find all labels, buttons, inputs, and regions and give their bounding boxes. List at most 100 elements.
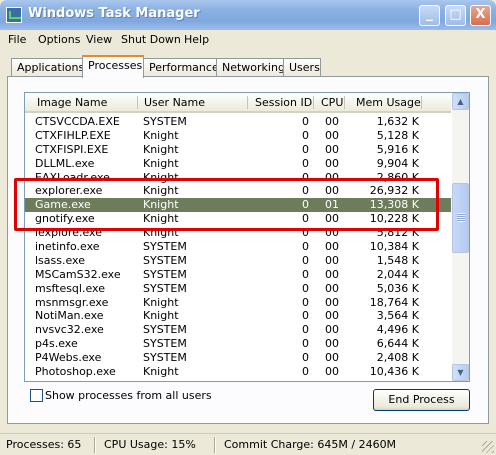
- row-session-id: 0: [302, 337, 309, 351]
- row-user-name: Knight: [143, 212, 179, 226]
- column-user-name[interactable]: User Name: [144, 96, 205, 109]
- row-image-name: msnmsgr.exe: [35, 295, 109, 309]
- process-row[interactable]: msftesql.exe SYSTEM 0 00 5,036 K: [25, 282, 451, 296]
- show-all-processes-checkbox[interactable]: [30, 389, 43, 402]
- row-mem-usage: 26,932 K: [369, 184, 419, 198]
- scroll-up-icon[interactable]: ▲: [452, 93, 469, 110]
- process-row[interactable]: p4s.exe SYSTEM 0 00 6,644 K: [25, 337, 451, 351]
- column-image-name[interactable]: Image Name: [37, 96, 107, 109]
- menu-bar: File Options View Shut Down Help: [0, 30, 496, 50]
- row-user-name: Knight: [143, 170, 179, 184]
- resize-grip-icon[interactable]: [482, 441, 494, 453]
- row-mem-usage: 1,548 K: [376, 253, 419, 267]
- row-user-name: SYSTEM: [143, 267, 187, 281]
- column-mem-usage[interactable]: Mem Usage: [356, 96, 421, 109]
- tab-performance[interactable]: Performance: [143, 58, 219, 77]
- tab-networking[interactable]: Networking: [216, 58, 285, 77]
- process-list[interactable]: Image Name User Name Session ID CPU Mem …: [24, 92, 470, 382]
- column-cpu[interactable]: CPU: [321, 96, 343, 109]
- row-user-name: Knight: [143, 295, 179, 309]
- row-session-id: 0: [302, 142, 309, 156]
- row-cpu: 00: [325, 128, 339, 142]
- status-commit-charge: Commit Charge: 645M / 2460M: [224, 438, 397, 451]
- process-row[interactable]: nvsvc32.exe SYSTEM 0 00 4,496 K: [25, 323, 451, 337]
- row-cpu: 01: [325, 198, 339, 212]
- row-mem-usage: 10,436 K: [369, 365, 419, 379]
- column-session-id[interactable]: Session ID: [255, 96, 312, 109]
- minimize-button[interactable]: _: [419, 5, 440, 26]
- row-image-name: explorer.exe: [35, 184, 103, 198]
- row-cpu: 00: [325, 156, 339, 170]
- menu-help[interactable]: Help: [184, 33, 209, 46]
- close-button[interactable]: X: [470, 5, 491, 26]
- process-row[interactable]: P4Webs.exe SYSTEM 0 00 2,408 K: [25, 351, 451, 365]
- scroll-down-icon[interactable]: ▼: [452, 364, 469, 381]
- vertical-scrollbar[interactable]: ▲ ▼: [452, 93, 469, 381]
- row-image-name: lsass.exe: [35, 253, 85, 267]
- row-mem-usage: 3,564 K: [376, 309, 419, 323]
- process-row[interactable]: CTSVCCDA.EXE SYSTEM 0 00 1,632 K: [25, 115, 451, 129]
- row-session-id: 0: [302, 323, 309, 337]
- row-image-name: gnotify.exe: [35, 212, 95, 226]
- process-row[interactable]: lsass.exe SYSTEM 0 00 1,548 K: [25, 254, 451, 268]
- menu-view[interactable]: View: [86, 33, 112, 46]
- show-all-processes-label[interactable]: Show processes from all users: [45, 389, 212, 402]
- process-row[interactable]: inetinfo.exe SYSTEM 0 00 10,384 K: [25, 240, 451, 254]
- tab-applications[interactable]: Applications: [11, 58, 84, 77]
- row-session-id: 0: [302, 212, 309, 226]
- maximize-button[interactable]: □: [445, 5, 466, 26]
- row-image-name: Photoshop.exe: [35, 365, 116, 379]
- tab-processes[interactable]: Processes: [82, 55, 144, 78]
- row-session-id: 0: [302, 309, 309, 323]
- row-session-id: 0: [302, 253, 309, 267]
- window-title: Windows Task Manager: [28, 6, 200, 21]
- list-header: Image Name User Name Session ID CPU Mem …: [25, 93, 451, 113]
- row-user-name: SYSTEM: [143, 337, 187, 351]
- row-mem-usage: 5,916 K: [376, 142, 419, 156]
- process-row[interactable]: DLLML.exe Knight 0 00 9,904 K: [25, 157, 451, 171]
- row-user-name: Knight: [143, 198, 179, 212]
- process-row[interactable]: NotiMan.exe Knight 0 00 3,564 K: [25, 309, 451, 323]
- row-mem-usage: 5,036 K: [376, 281, 419, 295]
- status-bar: Processes: 65 CPU Usage: 15% Commit Char…: [0, 433, 496, 455]
- row-cpu: 00: [325, 226, 339, 240]
- row-user-name: SYSTEM: [143, 351, 187, 365]
- process-row[interactable]: iexplore.exe Knight 0 00 5,812 K: [25, 226, 451, 240]
- row-image-name: CTXFISPI.EXE: [35, 142, 109, 156]
- process-row[interactable]: Photoshop.exe Knight 0 00 10,436 K: [25, 365, 451, 379]
- row-image-name: p4s.exe: [35, 337, 78, 351]
- row-session-id: 0: [302, 295, 309, 309]
- row-mem-usage: 5,812 K: [376, 226, 419, 240]
- menu-shut-down[interactable]: Shut Down: [121, 33, 181, 46]
- row-cpu: 00: [325, 253, 339, 267]
- menu-options[interactable]: Options: [38, 33, 80, 46]
- row-cpu: 00: [325, 365, 339, 379]
- process-row[interactable]: gnotify.exe Knight 0 00 10,228 K: [25, 212, 451, 226]
- row-cpu: 00: [325, 351, 339, 365]
- title-bar[interactable]: Windows Task Manager _ □ X: [0, 0, 496, 30]
- row-session-id: 0: [302, 184, 309, 198]
- row-mem-usage: 2,860 K: [376, 170, 419, 184]
- task-manager-icon: [6, 7, 22, 23]
- menu-file[interactable]: File: [8, 33, 26, 46]
- process-row[interactable]: CTXFIHLP.EXE Knight 0 00 5,128 K: [25, 129, 451, 143]
- row-mem-usage: 9,904 K: [376, 156, 419, 170]
- process-row[interactable]: EAXLoadr.exe Knight 0 00 2,860 K: [25, 171, 451, 185]
- row-image-name: Game.exe: [35, 198, 91, 212]
- process-row[interactable]: CTXFISPI.EXE Knight 0 00 5,916 K: [25, 143, 451, 157]
- process-row[interactable]: MSCamS32.exe SYSTEM 0 00 2,044 K: [25, 268, 451, 282]
- end-process-button[interactable]: End Process: [373, 389, 470, 411]
- tab-users[interactable]: Users: [283, 58, 321, 77]
- row-user-name: Knight: [143, 226, 179, 240]
- scroll-thumb[interactable]: [452, 183, 469, 253]
- status-processes: Processes: 65: [6, 438, 82, 451]
- process-row[interactable]: Game.exe Knight 0 01 13,308 K: [25, 198, 451, 213]
- process-row[interactable]: explorer.exe Knight 0 00 26,932 K: [25, 184, 451, 198]
- row-image-name: nvsvc32.exe: [35, 323, 104, 337]
- row-cpu: 00: [325, 337, 339, 351]
- row-mem-usage: 1,632 K: [376, 115, 419, 128]
- row-mem-usage: 6,644 K: [376, 337, 419, 351]
- status-cpu-usage: CPU Usage: 15%: [104, 438, 196, 451]
- process-row[interactable]: msnmsgr.exe Knight 0 00 18,764 K: [25, 296, 451, 310]
- row-cpu: 00: [325, 309, 339, 323]
